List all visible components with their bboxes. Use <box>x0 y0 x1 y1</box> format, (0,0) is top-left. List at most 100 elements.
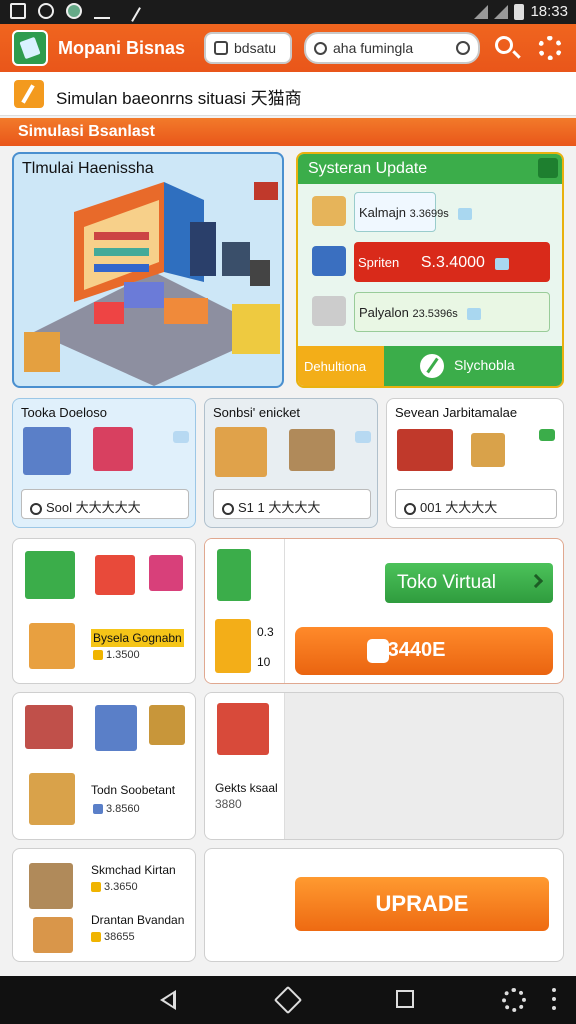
dial-icon <box>420 354 444 378</box>
item-3b-price-value: 38655 <box>104 931 135 943</box>
item-card-3[interactable]: Skmchad Kirtan 3.3650 Drantan Bvandan 38… <box>12 848 196 962</box>
toko-virtual-label: Toko Virtual <box>397 572 496 593</box>
download-icon <box>94 3 110 19</box>
trolley-icon <box>95 705 137 751</box>
coin-icon <box>93 650 103 661</box>
package-icon <box>149 705 185 745</box>
grocery-shelf-icon <box>215 427 267 477</box>
update-title: Systeran Update <box>308 160 428 177</box>
mid-card-1-field[interactable]: Sool 大大大大大 <box>21 489 189 519</box>
coins-button[interactable]: 2,3440E <box>295 627 553 675</box>
stall-thumb[interactable]: Gekts ksaal 3880 <box>205 693 285 839</box>
update-row-2-value: S.3.4000 <box>420 254 485 271</box>
mid-card-1[interactable]: Tooka Doeloso Sool 大大大大大 <box>12 398 196 528</box>
search-button[interactable] <box>492 34 520 62</box>
update-footer-right[interactable]: Slychobla <box>384 346 562 386</box>
coin-icon <box>93 804 103 815</box>
item-card-1-label: Bysela Gognabn <box>91 629 184 647</box>
item-3a-price: 3.3650 <box>91 881 138 893</box>
market-icon <box>29 623 75 669</box>
stall-value: 3880 <box>215 797 242 811</box>
van-icon <box>312 296 346 326</box>
mid-card-2-title: Sonbsi' enicket <box>213 405 301 420</box>
mid-card-3-title: Sevean Jarbitamalae <box>395 405 518 420</box>
crate-icon <box>33 917 73 953</box>
check-icon <box>467 307 482 320</box>
empty-panel: Gekts ksaal 3880 <box>204 692 564 840</box>
status-time: 18:33 <box>530 3 568 20</box>
item-3b-label: Drantan Bvandan <box>91 913 185 927</box>
update-row-3-value: 23.5396s <box>412 308 458 320</box>
subheader: Simulan baeonrns situasi 天猫商 <box>0 72 576 116</box>
stall-label: Gekts ksaal <box>215 781 278 795</box>
item-card-2[interactable]: Todn Soobetant 3.8560 <box>12 692 196 840</box>
battery-icon <box>514 3 525 20</box>
store-illustration <box>24 182 280 386</box>
update-row-2-label: Spriten <box>358 255 400 270</box>
vending-machine-icon <box>217 549 251 601</box>
recent-apps-icon[interactable] <box>396 990 414 1008</box>
shop-stand-icon <box>25 705 73 749</box>
update-row-2[interactable]: Spriten S.3.4000 <box>312 242 552 282</box>
app-title: Mopani Bisnas <box>58 38 186 58</box>
item-card-1-price: 1.3500 <box>93 649 140 661</box>
section-strip: Simulasi Bsanlast <box>0 118 576 146</box>
vending-icon <box>93 427 133 471</box>
extras-icon[interactable] <box>502 988 526 1012</box>
item-card-2-price: 3.8560 <box>93 803 140 815</box>
mid-card-1-title: Tooka Doeloso <box>21 405 107 420</box>
small-value-2: 10 <box>257 655 271 669</box>
item-card-1-price-value: 1.3500 <box>106 649 140 661</box>
sync-icon <box>38 3 54 19</box>
account-field[interactable]: bdsatu <box>204 32 292 64</box>
signal-icon-2 <box>494 4 509 19</box>
update-footer-left[interactable]: Dehultiona <box>298 346 384 386</box>
shelf-icon <box>23 427 71 475</box>
mid-card-1-field-value: Sool 大大大大大 <box>46 500 141 515</box>
chevron-right-icon <box>528 573 544 589</box>
mid-card-2[interactable]: Sonbsi' enicket S1 1 大大大大 <box>204 398 378 528</box>
check-icon <box>458 207 473 220</box>
more-icon[interactable] <box>552 988 556 1010</box>
box-icon <box>471 433 505 467</box>
account-field-value: bdsatu <box>234 40 277 56</box>
cart-icon <box>289 429 335 471</box>
section-title: Simulasi Bsanlast <box>18 123 155 140</box>
search-icon <box>495 36 513 54</box>
signal-icon <box>474 4 489 19</box>
badge-icon <box>173 431 189 443</box>
status-bar: 18:33 <box>0 0 576 24</box>
app-bar: Mopani Bisnas bdsatu aha fumingla <box>0 24 576 72</box>
upgrade-button[interactable]: UPRADE <box>295 877 549 931</box>
food-truck-icon <box>25 551 75 599</box>
settings-button[interactable] <box>536 34 564 62</box>
item-3a-price-value: 3.3650 <box>104 881 138 893</box>
search-input[interactable]: aha fumingla <box>304 32 480 64</box>
screen-icon <box>214 41 228 55</box>
mid-card-3[interactable]: Sevean Jarbitamalae 001 大大大大 <box>386 398 564 528</box>
toko-virtual-button[interactable]: Toko Virtual <box>385 563 553 603</box>
store-scene-card[interactable]: Tlmulai Haenissha <box>12 152 284 388</box>
update-row-1-value: 3.3699s <box>409 208 449 220</box>
app-logo[interactable] <box>12 30 48 66</box>
update-row-1[interactable]: Kalmajn 3.3699s <box>312 192 552 232</box>
mid-card-3-field[interactable]: 001 大大大大 <box>395 489 557 519</box>
home-icon[interactable] <box>273 985 303 1015</box>
update-row-3-label: Palyalon <box>359 305 409 320</box>
back-icon[interactable] <box>160 990 176 1010</box>
mid-card-2-field[interactable]: S1 1 大大大大 <box>213 489 371 519</box>
stall-icon <box>149 555 183 591</box>
expand-icon[interactable] <box>538 158 558 178</box>
update-row-3[interactable]: Palyalon 23.5396s <box>312 292 552 332</box>
tag-icon <box>14 80 44 108</box>
market-stall-icon <box>29 773 75 825</box>
badge-icon <box>355 431 371 443</box>
item-card-1[interactable]: Bysela Gognabn 1.3500 <box>12 538 196 684</box>
help-icon[interactable] <box>456 41 470 55</box>
system-nav-bar <box>0 976 576 1024</box>
subheader-text: Simulan baeonrns situasi 天猫商 <box>56 89 302 108</box>
pen-icon <box>119 0 141 22</box>
coin-icon <box>91 882 101 893</box>
storefront-icon <box>312 246 346 276</box>
search-placeholder: aha fumingla <box>333 40 414 56</box>
